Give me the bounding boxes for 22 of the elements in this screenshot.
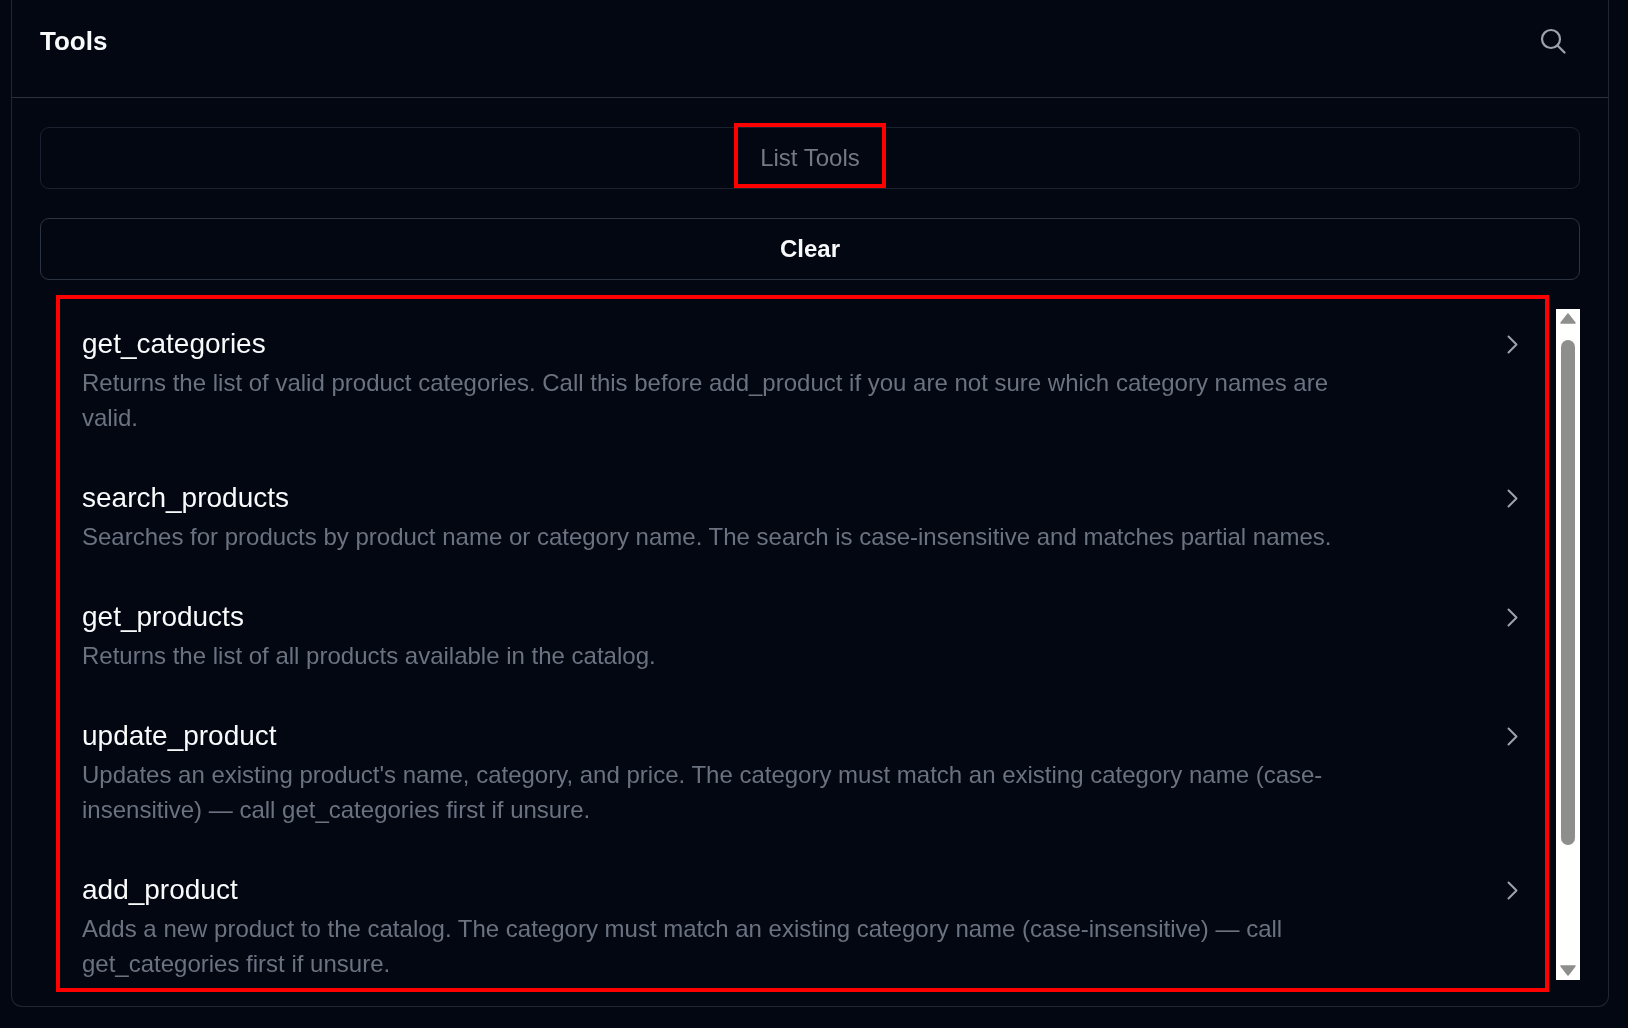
scrollbar-thumb[interactable] [1561, 340, 1575, 845]
tool-description: Searches for products by product name or category name. The search is case-insensitive and matches partial names. [82, 522, 1333, 552]
tool-description: Updates an existing product's name, category, and price. The category must match an existing category name (case-insensitive) — call get_categories first if unsure. [82, 760, 1324, 825]
chevron-right-icon[interactable] [1507, 880, 1518, 900]
panel-title: Tools [40, 26, 108, 56]
tool-description: Returns the list of valid product categories. Call this before add_product if you are not sure which category names are valid. [82, 368, 1329, 433]
chevron-right-icon[interactable] [1507, 607, 1518, 627]
scroll-up-icon[interactable] [1560, 313, 1576, 324]
tool-name: get_products [82, 600, 245, 634]
scroll-down-icon[interactable] [1560, 965, 1576, 976]
chevron-right-icon[interactable] [1507, 334, 1518, 354]
tool-name: search_products [82, 481, 290, 515]
clear-button[interactable]: Clear [40, 218, 1580, 280]
search-icon[interactable] [1540, 28, 1566, 54]
scrollbar-track[interactable] [1556, 309, 1580, 980]
chevron-right-icon[interactable] [1507, 488, 1518, 508]
tool-name: get_categories [82, 327, 267, 361]
tool-description: Adds a new product to the catalog. The category must match an existing category name (case-insensitive) — call get_categories first if unsure. [82, 914, 1284, 979]
chevron-right-icon[interactable] [1507, 726, 1518, 746]
tool-name: add_product [82, 873, 239, 907]
tool-description: Returns the list of all products available in the catalog. [82, 641, 657, 671]
tool-name: update_product [82, 719, 278, 753]
